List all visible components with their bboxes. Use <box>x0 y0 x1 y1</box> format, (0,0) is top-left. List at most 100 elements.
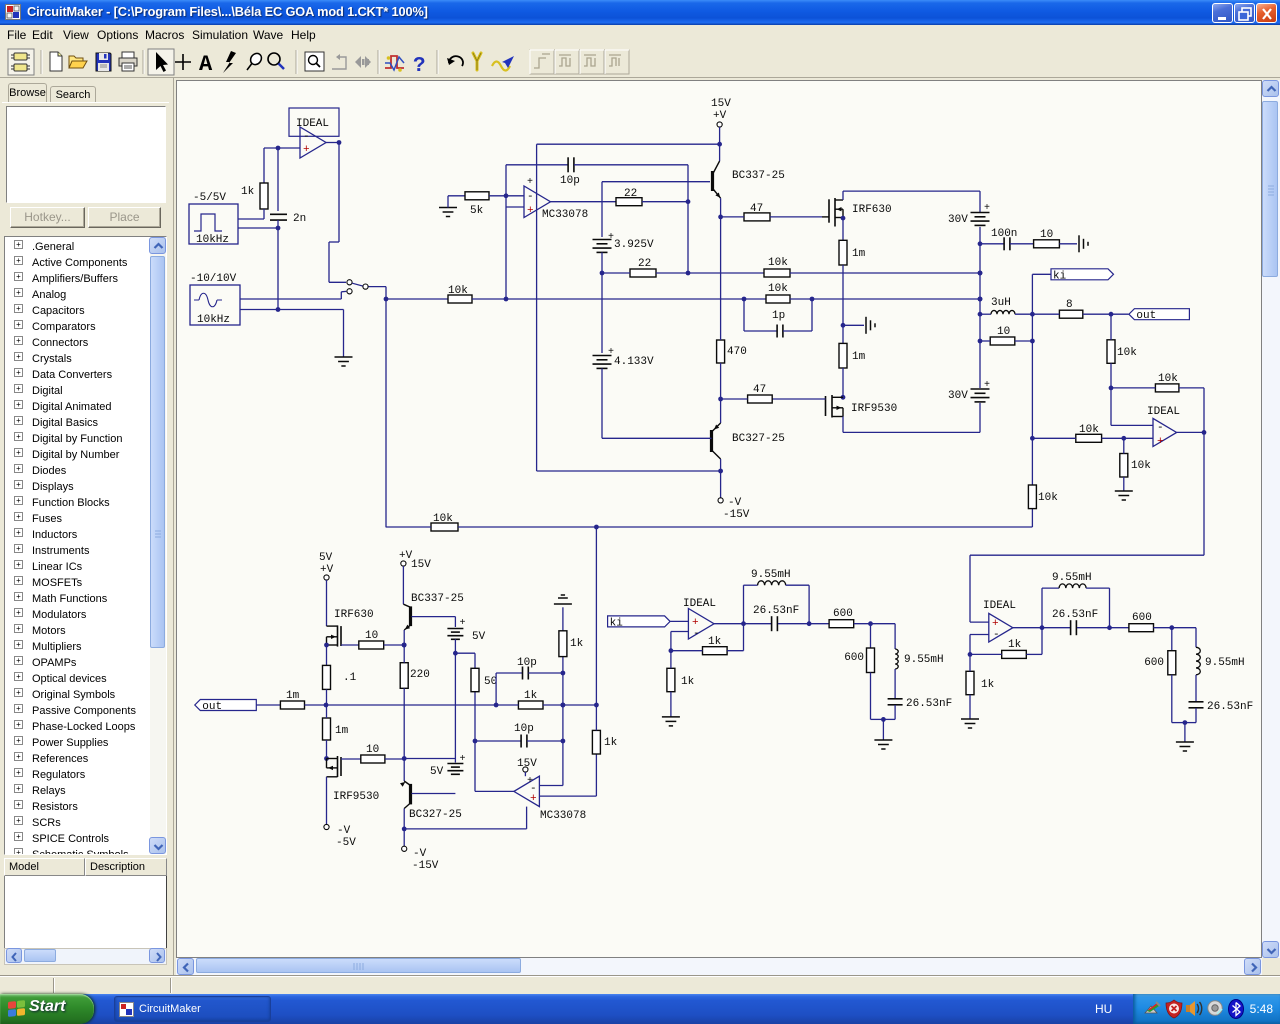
svg-text:10p: 10p <box>560 175 580 187</box>
svg-text:220: 220 <box>410 669 430 681</box>
svg-text:5V: 5V <box>472 631 486 643</box>
svg-text:1m: 1m <box>852 351 866 363</box>
svg-text:out: out <box>1136 310 1156 322</box>
svg-text:10k: 10k <box>1131 460 1151 472</box>
svg-text:470: 470 <box>727 346 747 358</box>
svg-text:26.53nF: 26.53nF <box>1207 701 1253 713</box>
svg-text:4.133V: 4.133V <box>614 356 654 368</box>
svg-text:+: + <box>530 793 537 805</box>
svg-text:out: out <box>202 701 222 713</box>
svg-text:3uH: 3uH <box>991 297 1011 309</box>
svg-text:1p: 1p <box>772 310 785 322</box>
svg-text:+: + <box>984 203 990 214</box>
svg-text:+: + <box>984 380 990 391</box>
svg-text:9.55mH: 9.55mH <box>904 654 944 666</box>
svg-text:MC33078: MC33078 <box>540 810 586 822</box>
svg-text:10: 10 <box>365 630 378 642</box>
svg-text:IDEAL: IDEAL <box>983 600 1016 612</box>
svg-text:-V: -V <box>728 497 742 509</box>
svg-text:IRF630: IRF630 <box>334 609 374 621</box>
svg-text:8: 8 <box>1066 299 1073 311</box>
svg-text:30V: 30V <box>948 214 968 226</box>
svg-text:+: + <box>460 618 466 629</box>
svg-text:+V: +V <box>320 564 334 576</box>
svg-text:22: 22 <box>624 188 637 200</box>
svg-text:600: 600 <box>844 652 864 664</box>
svg-text:2n: 2n <box>293 213 306 225</box>
svg-text:1k: 1k <box>570 638 584 650</box>
svg-text:IRF9530: IRF9530 <box>851 403 897 415</box>
svg-text:9.55mH: 9.55mH <box>1205 657 1245 669</box>
svg-text:+: + <box>303 144 310 156</box>
svg-text:?: ? <box>413 55 426 78</box>
svg-text:1m: 1m <box>286 690 300 702</box>
svg-text:-15V: -15V <box>723 509 750 521</box>
svg-text:26.53nF: 26.53nF <box>906 698 952 710</box>
svg-text:10k: 10k <box>1158 373 1178 385</box>
svg-text:A: A <box>199 52 213 77</box>
svg-text:26.53nF: 26.53nF <box>753 605 799 617</box>
svg-text:BC337-25: BC337-25 <box>732 170 785 182</box>
svg-text:15V: 15V <box>711 98 731 110</box>
svg-text:-: - <box>303 131 310 143</box>
svg-text:-: - <box>1157 422 1164 434</box>
svg-text:+: + <box>1157 436 1164 448</box>
svg-text:-V: -V <box>413 848 427 860</box>
svg-text:10k: 10k <box>768 283 788 295</box>
svg-text:10k: 10k <box>448 285 468 297</box>
svg-text:9.55mH: 9.55mH <box>1052 572 1092 584</box>
svg-text:BC327-25: BC327-25 <box>732 433 785 445</box>
svg-text:10kHz: 10kHz <box>196 234 229 246</box>
svg-text:600: 600 <box>1144 657 1164 669</box>
svg-text:-V: -V <box>337 825 351 837</box>
svg-text:26.53nF: 26.53nF <box>1052 609 1098 621</box>
svg-text:10p: 10p <box>514 723 534 735</box>
svg-text:+: + <box>527 205 534 217</box>
svg-text:IRF630: IRF630 <box>852 204 892 216</box>
svg-text:10k: 10k <box>1079 424 1099 436</box>
svg-text:BC327-25: BC327-25 <box>409 809 462 821</box>
svg-text:-: - <box>693 628 700 640</box>
svg-text:15V: 15V <box>411 559 431 571</box>
svg-text:-15V: -15V <box>412 860 439 872</box>
svg-text:10: 10 <box>997 326 1010 338</box>
svg-text:+V: +V <box>713 110 727 122</box>
svg-text:-5V: -5V <box>336 837 356 849</box>
svg-text:10: 10 <box>366 744 379 756</box>
svg-text:10k: 10k <box>768 257 788 269</box>
svg-text:10k: 10k <box>1038 492 1058 504</box>
svg-text:30V: 30V <box>948 390 968 402</box>
svg-text:-: - <box>527 191 534 203</box>
svg-text:22: 22 <box>638 258 651 270</box>
svg-text:1k: 1k <box>981 679 995 691</box>
svg-text:10kHz: 10kHz <box>197 314 230 326</box>
svg-text:47: 47 <box>753 384 766 396</box>
svg-text:5V: 5V <box>319 552 333 564</box>
svg-text:IRF9530: IRF9530 <box>333 791 379 803</box>
svg-text:1m: 1m <box>852 248 866 260</box>
svg-text:1k: 1k <box>604 737 618 749</box>
svg-text:9.55mH: 9.55mH <box>751 569 791 581</box>
svg-text:ki: ki <box>1053 270 1067 282</box>
svg-text:47: 47 <box>750 203 763 215</box>
svg-text:MC33078: MC33078 <box>542 209 588 221</box>
svg-text:1k: 1k <box>708 636 722 648</box>
svg-text:+: + <box>460 754 466 765</box>
svg-text:BC337-25: BC337-25 <box>411 593 464 605</box>
svg-text:100n: 100n <box>991 228 1017 240</box>
svg-text:10p: 10p <box>517 657 537 669</box>
svg-text:-: - <box>993 629 1000 641</box>
svg-text:3.925V: 3.925V <box>614 239 654 251</box>
svg-text:.1: .1 <box>343 672 357 684</box>
svg-text:600: 600 <box>833 608 853 620</box>
svg-text:50: 50 <box>484 676 497 688</box>
svg-text:-5/5V: -5/5V <box>193 192 226 204</box>
svg-text:1k: 1k <box>681 676 695 688</box>
svg-text:ki: ki <box>610 617 624 629</box>
svg-text:10: 10 <box>1040 229 1053 241</box>
svg-text:5k: 5k <box>470 205 484 217</box>
svg-text:IDEAL: IDEAL <box>1147 406 1180 418</box>
svg-text:1k: 1k <box>241 186 255 198</box>
svg-text:10k: 10k <box>433 513 453 525</box>
svg-text:10k: 10k <box>1117 347 1137 359</box>
